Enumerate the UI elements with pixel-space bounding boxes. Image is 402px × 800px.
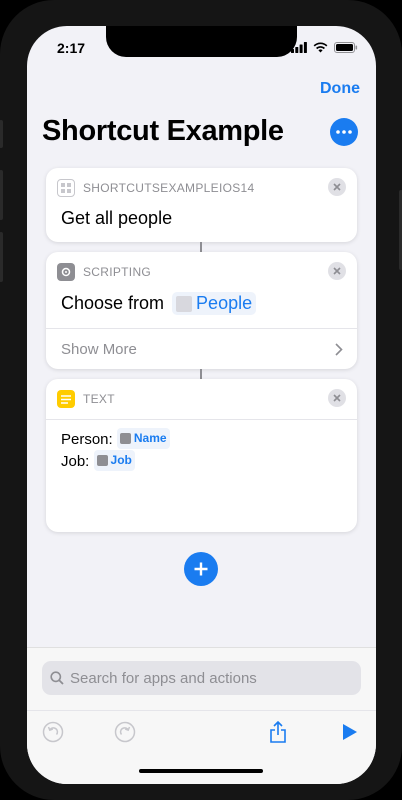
action-text: Choose from xyxy=(61,293,165,313)
add-action-button[interactable] xyxy=(184,552,218,586)
text-line: Person: Name xyxy=(61,428,170,450)
variable-label: Job xyxy=(110,453,132,467)
close-icon xyxy=(333,394,341,402)
bottom-panel: Search for apps and actions xyxy=(27,647,376,784)
action-card-text[interactable]: TEXT Person: Name Job: Job xyxy=(46,379,357,532)
card-app-label: SCRIPTING xyxy=(83,265,152,279)
text-line-label: Job: xyxy=(61,453,90,470)
text-icon xyxy=(57,390,75,408)
wifi-icon xyxy=(313,42,328,53)
undo-button[interactable] xyxy=(41,720,65,744)
variable-icon xyxy=(96,455,108,466)
signal-icon xyxy=(291,42,307,53)
variable-label: People xyxy=(196,293,253,313)
variable-token-name[interactable]: Name xyxy=(116,428,170,449)
remove-action-button[interactable] xyxy=(328,389,346,407)
app-icon xyxy=(57,179,75,197)
search-icon xyxy=(50,671,64,685)
variable-token-people[interactable]: People xyxy=(172,292,257,315)
mute-switch xyxy=(0,120,3,148)
play-icon xyxy=(343,724,357,740)
search-bar[interactable]: Search for apps and actions xyxy=(42,661,361,695)
chevron-right-icon xyxy=(335,343,343,356)
more-icon xyxy=(336,130,352,134)
more-options-button[interactable] xyxy=(330,118,358,146)
share-icon xyxy=(270,721,286,743)
card-header: SHORTCUTSEXAMPLEIOS14 xyxy=(57,179,254,197)
card-header: TEXT xyxy=(57,390,115,408)
search-input[interactable]: Search for apps and actions xyxy=(70,670,257,687)
divider xyxy=(46,328,357,329)
close-icon xyxy=(333,183,341,191)
home-indicator xyxy=(139,769,263,773)
redo-button[interactable] xyxy=(113,720,137,744)
action-row: Choose from People xyxy=(61,292,257,315)
divider xyxy=(27,710,376,711)
variable-icon xyxy=(119,433,131,444)
battery-icon xyxy=(334,42,358,53)
plus-icon xyxy=(194,562,208,576)
close-icon xyxy=(333,267,341,275)
divider xyxy=(46,419,357,420)
action-text: Get all people xyxy=(61,208,173,228)
show-more-button[interactable]: Show More xyxy=(61,341,137,358)
volume-up-button xyxy=(0,170,3,220)
scripting-icon xyxy=(57,263,75,281)
volume-down-button xyxy=(0,232,3,282)
remove-action-button[interactable] xyxy=(328,178,346,196)
card-app-label: TEXT xyxy=(83,392,115,406)
status-time: 2:17 xyxy=(57,40,86,56)
connector xyxy=(200,369,202,379)
action-card-get-people[interactable]: SHORTCUTSEXAMPLEIOS14 Get all people xyxy=(46,168,357,242)
run-button[interactable] xyxy=(338,720,362,744)
connector xyxy=(200,242,202,252)
notch xyxy=(106,26,297,57)
redo-icon xyxy=(114,721,136,743)
variable-token-job[interactable]: Job xyxy=(93,450,135,471)
variable-label: Name xyxy=(133,431,167,445)
screen: 2:17 Done Shortcut Example SHORTCUTSEXAM… xyxy=(27,26,376,784)
phone-frame: 2:17 Done Shortcut Example SHORTCUTSEXAM… xyxy=(0,0,402,800)
card-header: SCRIPTING xyxy=(57,263,151,281)
done-button[interactable]: Done xyxy=(320,80,360,98)
remove-action-button[interactable] xyxy=(328,262,346,280)
text-line: Job: Job xyxy=(61,450,170,472)
card-app-label: SHORTCUTSEXAMPLEIOS14 xyxy=(83,181,255,195)
share-button[interactable] xyxy=(266,720,290,744)
status-icons xyxy=(291,42,358,53)
text-content[interactable]: Person: Name Job: Job xyxy=(61,428,170,472)
undo-icon xyxy=(42,721,64,743)
variable-icon xyxy=(176,295,193,312)
page-title: Shortcut Example xyxy=(42,115,284,147)
action-card-choose-from[interactable]: SCRIPTING Choose from People Show More xyxy=(46,252,357,369)
text-line-label: Person: xyxy=(61,431,113,448)
